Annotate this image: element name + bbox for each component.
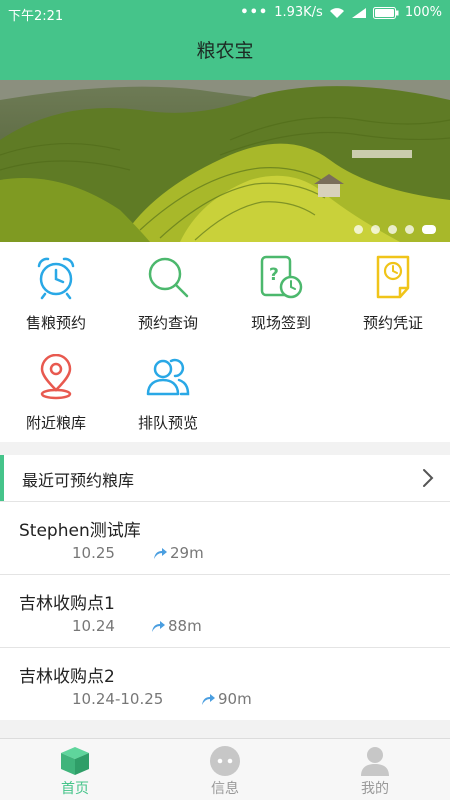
grid-item-label: 售粮预约 xyxy=(25,314,86,332)
distance-value: 90m xyxy=(218,690,252,708)
signal-icon xyxy=(351,7,367,19)
pager-dot[interactable] xyxy=(388,225,397,234)
pager-dot-active[interactable] xyxy=(422,225,436,234)
location-pin-icon xyxy=(40,354,72,400)
chevron-right-icon xyxy=(423,469,434,487)
depot-date: 10.25 xyxy=(72,544,115,562)
bottom-nav: 首页 信息 我的 xyxy=(0,738,450,800)
grid-item-label: 预约查询 xyxy=(137,314,198,332)
battery-percent: 100% xyxy=(404,5,442,20)
user-icon xyxy=(361,747,389,776)
top-bar: 下午2:21 ••• 1.93K/s 100% 粮农宝 xyxy=(0,0,450,80)
list-item[interactable]: Stephen测试库 10.25 29m xyxy=(0,501,450,574)
route-arrow-icon xyxy=(202,694,215,705)
status-bar: 下午2:21 ••• 1.93K/s 100% xyxy=(0,0,450,26)
alarm-clock-icon xyxy=(37,257,75,300)
banner-image xyxy=(0,80,450,242)
home-box-icon xyxy=(61,747,89,775)
depot-date: 10.24-10.25 xyxy=(72,690,164,708)
tab-messages[interactable]: 信息 xyxy=(150,739,300,800)
grid-item-label: 排队预览 xyxy=(137,414,198,432)
depot-name: 吉林收购点1 xyxy=(19,594,115,614)
nearby-list-title: 最近可预约粮库 xyxy=(22,471,135,490)
tab-home[interactable]: 首页 xyxy=(0,739,150,800)
grid-item-label: 现场签到 xyxy=(250,314,311,332)
distance-value: 88m xyxy=(168,617,202,635)
nearby-list-header[interactable]: 最近可预约粮库 xyxy=(0,455,450,501)
route-arrow-icon xyxy=(154,548,167,559)
depot-name: Stephen测试库 xyxy=(19,521,141,541)
more-dots-icon: ••• xyxy=(240,5,269,20)
tab-label: 首页 xyxy=(61,781,89,797)
tab-label: 信息 xyxy=(211,781,239,797)
checkin-clock-icon: ? xyxy=(260,255,303,299)
nearby-depot-list: 最近可预约粮库 Stephen测试库 10.25 29m 吉林收购点1 10.2… xyxy=(0,455,450,720)
battery-icon xyxy=(372,6,399,19)
status-right: ••• 1.93K/s 100% xyxy=(240,5,442,20)
grid-item-booking-voucher[interactable]: 预约凭证 xyxy=(337,242,449,340)
wifi-icon xyxy=(329,7,345,19)
pager-dot[interactable] xyxy=(354,225,363,234)
voucher-icon xyxy=(376,255,410,299)
list-item[interactable]: 吉林收购点1 10.24 88m xyxy=(0,574,450,647)
depot-distance: 29m xyxy=(152,544,204,562)
depot-distance: 88m xyxy=(150,617,202,635)
grid-item-label: 附近粮库 xyxy=(25,414,86,432)
tab-profile[interactable]: 我的 xyxy=(300,739,450,800)
grid-item-queue-preview[interactable]: 排队预览 xyxy=(112,342,224,440)
depot-distance: 90m xyxy=(200,690,252,708)
carousel-pager xyxy=(354,225,436,234)
svg-text:?: ? xyxy=(269,265,279,285)
people-icon xyxy=(146,358,190,396)
grid-item-label: 预约凭证 xyxy=(362,314,423,332)
status-time: 下午2:21 xyxy=(8,9,64,24)
distance-value: 29m xyxy=(170,544,204,562)
pager-dot[interactable] xyxy=(371,225,380,234)
grid-item-grain-sale-booking[interactable]: 售粮预约 xyxy=(0,242,112,340)
app-screen: 下午2:21 ••• 1.93K/s 100% 粮农宝 售粮预约 预约查询 ? … xyxy=(0,0,450,800)
route-arrow-icon xyxy=(152,621,165,632)
tab-label: 我的 xyxy=(361,781,389,797)
pager-dot[interactable] xyxy=(405,225,414,234)
banner-carousel[interactable] xyxy=(0,80,450,242)
message-icon xyxy=(210,746,240,776)
grid-item-nearby-depot[interactable]: 附近粮库 xyxy=(0,342,112,440)
feature-grid: 售粮预约 预约查询 ? 现场签到 预约凭证 附近粮库 排队预览 xyxy=(0,242,450,442)
network-speed: 1.93K/s xyxy=(274,5,323,20)
page-title: 粮农宝 xyxy=(196,40,254,62)
search-icon xyxy=(148,257,189,298)
depot-date: 10.24 xyxy=(72,617,115,635)
grid-item-onsite-checkin[interactable]: ? 现场签到 xyxy=(225,242,337,340)
list-item[interactable]: 吉林收购点2 10.24-10.25 90m xyxy=(0,647,450,720)
depot-name: 吉林收购点2 xyxy=(19,667,115,687)
grid-item-booking-query[interactable]: 预约查询 xyxy=(112,242,224,340)
